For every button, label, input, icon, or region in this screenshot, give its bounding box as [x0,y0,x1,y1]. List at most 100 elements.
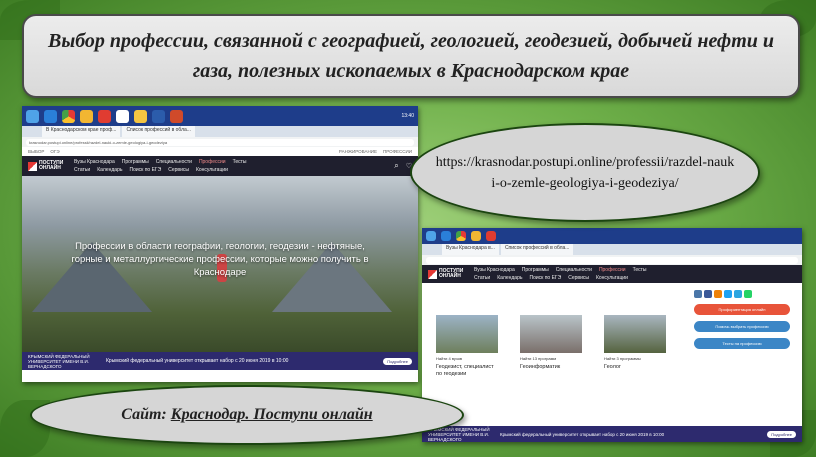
logo-text: ПОСТУПИ ОНЛАЙН [39,160,64,171]
nav-item[interactable]: Вузы Краснодара [474,267,515,273]
card-meta: Найти 3 программы [604,356,641,361]
banner-text: Крымский федеральный университет открыва… [106,358,289,364]
browser-tab[interactable]: Список профессий в обла... [500,244,574,255]
side-button[interactable]: Профориентация онлайн [694,304,790,315]
nav-item[interactable]: Тесты [233,159,247,165]
nav-item[interactable]: Консультации [196,167,228,173]
browser-tab[interactable]: Список профессий в обла... [122,126,195,137]
logo-mark-icon [428,269,437,279]
yandex-icon [116,109,129,123]
app-icon [486,231,496,241]
app-icon [134,109,147,123]
site-nav: ПОСТУПИ ОНЛАЙН Вузы Краснодара Программы… [422,265,802,283]
site-link[interactable]: Краснодар. Поступи онлайн [171,406,373,423]
card-title[interactable]: Геодезист, специалист по геодезии [436,364,498,378]
banner-text: Крымский федеральный университет открыва… [500,431,665,437]
windows-start-icon [426,231,436,241]
banner-button[interactable]: Подробнее [383,357,412,365]
browser-tabs: Вузы Краснодара в... Список профессий в … [422,244,802,255]
nav-item[interactable]: Программы [522,267,549,273]
nav-item[interactable]: Статьи [74,167,90,173]
card-image [604,315,666,353]
side-button[interactable]: Помочь выбрать профессию [694,321,790,332]
chrome-icon [456,231,466,241]
nav-item[interactable]: Поиск по ЕГЭ [529,275,561,281]
profession-card[interactable]: Найти 3 программы Геолог [604,311,666,378]
clock: 13:40 [401,113,414,119]
nav-item[interactable]: Статьи [474,275,490,281]
promo-banner[interactable]: КРЫМСКИЙ ФЕДЕРАЛЬНЫЙ УНИВЕРСИТЕТ ИМЕНИ В… [422,426,802,442]
odnoklassniki-icon[interactable] [714,290,722,298]
nav-item[interactable]: Поиск по ЕГЭ [129,167,161,173]
top-link[interactable]: ПРОФЕССИИ [383,149,412,154]
card-meta: Найти 13 программ [520,356,557,361]
screenshot-secondary: Вузы Краснодара в... Список профессий в … [422,228,802,442]
word-icon [152,109,165,123]
folder-icon [471,231,481,241]
taskbar: 13:40 [22,106,418,126]
card-image [436,315,498,353]
logo-mark-icon [28,161,37,171]
nav-item[interactable]: Специальности [556,267,592,273]
telegram-icon[interactable] [734,290,742,298]
url-field[interactable] [426,256,798,264]
powerpoint-icon [170,109,183,123]
profession-card[interactable]: Найти 4 вузов Геодезист, специалист по г… [436,311,498,378]
browser-tab[interactable]: Вузы Краснодара в... [442,244,499,255]
site-topbar: ВЫБОР ОГЭ РАНЖИРОВАНИЕ ПРОФЕССИИ [22,147,418,156]
nav-item[interactable]: Вузы Краснодара [74,159,115,165]
promo-banner[interactable]: КРЫМСКИЙ ФЕДЕРАЛЬНЫЙ УНИВЕРСИТЕТ ИМЕНИ В… [22,352,418,370]
site-nav: ПОСТУПИ ОНЛАЙН Вузы Краснодара Программы… [22,156,418,176]
chrome-icon [62,109,75,123]
nav-item[interactable]: Тесты [633,267,647,273]
site-callout: Сайт: Краснодар. Поступи онлайн [30,385,464,445]
nav-item[interactable]: Календарь [497,275,522,281]
nav-item[interactable]: Сервисы [168,167,189,173]
whatsapp-icon[interactable] [744,290,752,298]
banner-org: КРЫМСКИЙ ФЕДЕРАЛЬНЫЙ УНИВЕРСИТЕТ ИМЕНИ В… [28,353,90,369]
side-button[interactable]: Тесты на профессию [694,338,790,349]
site-logo[interactable]: ПОСТУПИ ОНЛАЙН [28,161,67,171]
nav-item[interactable]: Профессии [599,267,626,273]
address-bar [422,255,802,265]
nav-item[interactable]: Консультации [596,275,628,281]
card-title[interactable]: Геоинформатик [520,364,582,371]
card-meta: Найти 4 вузов [436,356,463,361]
nav-item[interactable]: Программы [122,159,149,165]
hero-caption: Профессии в области географии, геологии,… [71,241,369,278]
facebook-icon[interactable] [704,290,712,298]
search-icon[interactable]: ⌕ [394,161,398,171]
social-icons [694,290,790,298]
slide-title: Выбор профессии, связанной с географией,… [47,30,774,82]
twitter-icon[interactable] [724,290,732,298]
windows-start-icon [26,109,39,123]
site-logo[interactable]: ПОСТУПИ ОНЛАЙН [428,269,467,279]
banner-button[interactable]: Подробнее [767,430,796,438]
app-icon [98,109,111,123]
screenshot-main: 13:40 В Краснодарском крае проф... Списо… [22,106,418,382]
url-callout: https://krasnodar.postupi.online/profess… [410,123,760,222]
nav-item[interactable]: Специальности [156,159,192,165]
url-field[interactable]: krasnodar.postupi.online/professii/razde… [26,138,414,146]
url-text[interactable]: https://krasnodar.postupi.online/profess… [435,152,735,194]
browser-tabs: В Краснодарском крае проф... Список проф… [22,126,418,137]
top-link[interactable]: ОГЭ [50,149,59,154]
card-title[interactable]: Геолог [604,364,666,371]
folder-icon [80,109,93,123]
hero-image: Профессии в области географии, геологии,… [22,176,418,352]
slide-title-box: Выбор профессии, связанной с географией,… [22,14,800,98]
nav-item[interactable]: Календарь [97,167,122,173]
nav-item[interactable]: Профессии [199,159,226,165]
vk-icon[interactable] [694,290,702,298]
ie-icon [44,109,57,123]
browser-tab[interactable]: В Краснодарском крае проф... [42,126,121,137]
profession-card[interactable]: Найти 13 программ Геоинформатик [520,311,582,378]
ie-icon [441,231,451,241]
sidebar-actions: Профориентация онлайн Помочь выбрать про… [694,290,790,349]
logo-text: ПОСТУПИ ОНЛАЙН [439,268,464,279]
top-link[interactable]: ВЫБОР [28,149,44,154]
taskbar [422,228,802,244]
nav-item[interactable]: Сервисы [568,275,589,281]
address-bar: krasnodar.postupi.online/professii/razde… [22,137,418,147]
top-link[interactable]: РАНЖИРОВАНИЕ [339,149,377,154]
